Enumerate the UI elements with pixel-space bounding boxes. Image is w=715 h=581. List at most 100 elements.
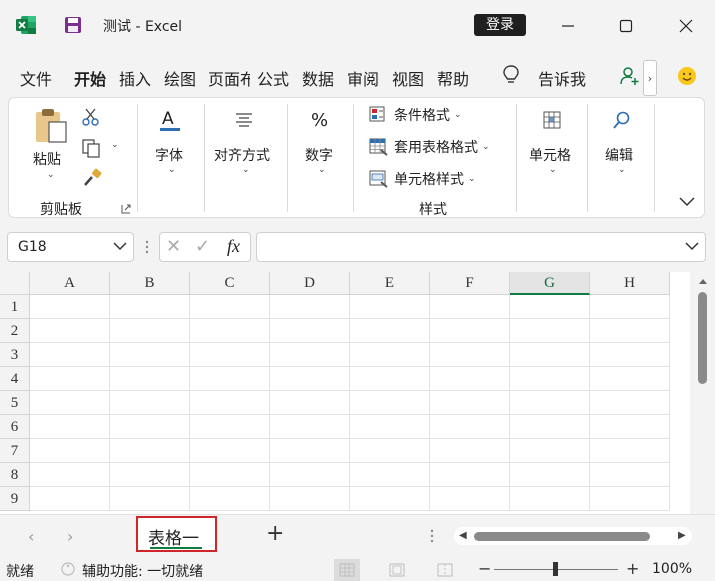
cell-g2[interactable] [510, 319, 590, 343]
cell-b6[interactable] [110, 415, 190, 439]
paste-dropdown-icon[interactable]: ⌄ [47, 170, 55, 180]
alignment-button[interactable]: 对齐方式 [214, 145, 270, 165]
horizontal-scroll-thumb[interactable] [474, 532, 650, 541]
tab-insert[interactable]: 插入 [119, 66, 151, 90]
column-header-g[interactable]: G [510, 272, 590, 295]
tab-review[interactable]: 审阅 [347, 66, 379, 90]
row-header-6[interactable]: 6 [0, 415, 30, 439]
number-button[interactable]: 数字 [305, 145, 333, 165]
formula-input[interactable] [256, 232, 706, 262]
cell-g4[interactable] [510, 367, 590, 391]
editing-button[interactable]: 编辑 [605, 145, 633, 165]
tab-splitter-icon[interactable] [430, 528, 434, 544]
cell-c8[interactable] [190, 463, 270, 487]
cell-d3[interactable] [270, 343, 350, 367]
normal-view-button[interactable] [334, 559, 360, 581]
cell-e2[interactable] [350, 319, 430, 343]
number-dropdown-icon[interactable]: ⌄ [318, 165, 326, 175]
add-sheet-button[interactable]: + [266, 521, 284, 546]
select-all-corner[interactable] [0, 272, 30, 295]
dialog-launcher-icon[interactable] [121, 204, 131, 214]
cell-d1[interactable] [270, 295, 350, 319]
cell-f5[interactable] [430, 391, 510, 415]
cell-f7[interactable] [430, 439, 510, 463]
alignment-dropdown-icon[interactable]: ⌄ [242, 165, 250, 175]
format-painter-icon[interactable] [83, 168, 103, 188]
cells-button[interactable]: 单元格 [529, 145, 571, 165]
zoom-level[interactable]: 100% [652, 561, 692, 577]
cell-c2[interactable] [190, 319, 270, 343]
column-header-d[interactable]: D [270, 272, 350, 295]
cell-b7[interactable] [110, 439, 190, 463]
cell-b1[interactable] [110, 295, 190, 319]
cell-h1[interactable] [590, 295, 670, 319]
minimize-button[interactable] [556, 14, 580, 38]
lightbulb-icon[interactable] [502, 64, 520, 86]
editing-dropdown-icon[interactable]: ⌄ [618, 165, 626, 175]
cell-a9[interactable] [30, 487, 110, 511]
cell-g1[interactable] [510, 295, 590, 319]
row-header-5[interactable]: 5 [0, 391, 30, 415]
tab-home[interactable]: 开始 [74, 66, 106, 90]
cell-e1[interactable] [350, 295, 430, 319]
row-header-9[interactable]: 9 [0, 487, 30, 511]
cell-h6[interactable] [590, 415, 670, 439]
expand-formula-icon[interactable] [685, 241, 699, 251]
page-layout-view-button[interactable] [384, 559, 410, 581]
tab-data[interactable]: 数据 [302, 66, 334, 90]
maximize-button[interactable] [614, 14, 638, 38]
scroll-right-icon[interactable]: ▶ [678, 530, 686, 541]
cell-g7[interactable] [510, 439, 590, 463]
cell-a1[interactable] [30, 295, 110, 319]
cell-f3[interactable] [430, 343, 510, 367]
cell-b3[interactable] [110, 343, 190, 367]
cell-e3[interactable] [350, 343, 430, 367]
cell-h5[interactable] [590, 391, 670, 415]
tab-help[interactable]: 帮助 [437, 66, 469, 90]
cell-d8[interactable] [270, 463, 350, 487]
tab-file[interactable]: 文件 [20, 66, 52, 90]
cut-icon[interactable] [81, 107, 101, 127]
tab-formulas[interactable]: 公式 [257, 66, 289, 90]
cell-d6[interactable] [270, 415, 350, 439]
font-dropdown-icon[interactable]: ⌄ [168, 165, 176, 175]
cell-h9[interactable] [590, 487, 670, 511]
tab-page-layout[interactable]: 页面布 [208, 66, 250, 90]
tell-me-search[interactable]: 告诉我 [538, 66, 586, 90]
formula-splitter-icon[interactable] [145, 240, 149, 254]
cell-styles-button[interactable]: 单元格样式 ⌄ [369, 169, 476, 189]
cell-a5[interactable] [30, 391, 110, 415]
cell-f8[interactable] [430, 463, 510, 487]
cell-c1[interactable] [190, 295, 270, 319]
cell-a7[interactable] [30, 439, 110, 463]
zoom-in-button[interactable]: + [626, 559, 639, 578]
copy-dropdown-icon[interactable]: ⌄ [111, 140, 119, 150]
conditional-format-button[interactable]: 条件格式 ⌄ [369, 105, 462, 125]
cell-a8[interactable] [30, 463, 110, 487]
next-sheet-button[interactable]: › [67, 527, 73, 546]
cell-a2[interactable] [30, 319, 110, 343]
table-format-button[interactable]: 套用表格格式 ⌄ [369, 137, 490, 157]
cell-h4[interactable] [590, 367, 670, 391]
tab-draw[interactable]: 绘图 [164, 66, 196, 90]
cell-b9[interactable] [110, 487, 190, 511]
column-header-c[interactable]: C [190, 272, 270, 295]
feedback-smiley-icon[interactable] [677, 66, 697, 86]
row-header-8[interactable]: 8 [0, 463, 30, 487]
row-header-7[interactable]: 7 [0, 439, 30, 463]
row-header-2[interactable]: 2 [0, 319, 30, 343]
cell-h2[interactable] [590, 319, 670, 343]
save-icon[interactable] [64, 16, 82, 34]
cell-g9[interactable] [510, 487, 590, 511]
accessibility-icon[interactable] [61, 562, 75, 576]
column-header-h[interactable]: H [590, 272, 670, 295]
row-header-1[interactable]: 1 [0, 295, 30, 319]
tab-view[interactable]: 视图 [392, 66, 424, 90]
column-header-b[interactable]: B [110, 272, 190, 295]
cell-d7[interactable] [270, 439, 350, 463]
page-break-view-button[interactable] [432, 559, 458, 581]
cell-f4[interactable] [430, 367, 510, 391]
name-box[interactable]: G18 [7, 232, 134, 262]
cell-h7[interactable] [590, 439, 670, 463]
cell-g8[interactable] [510, 463, 590, 487]
